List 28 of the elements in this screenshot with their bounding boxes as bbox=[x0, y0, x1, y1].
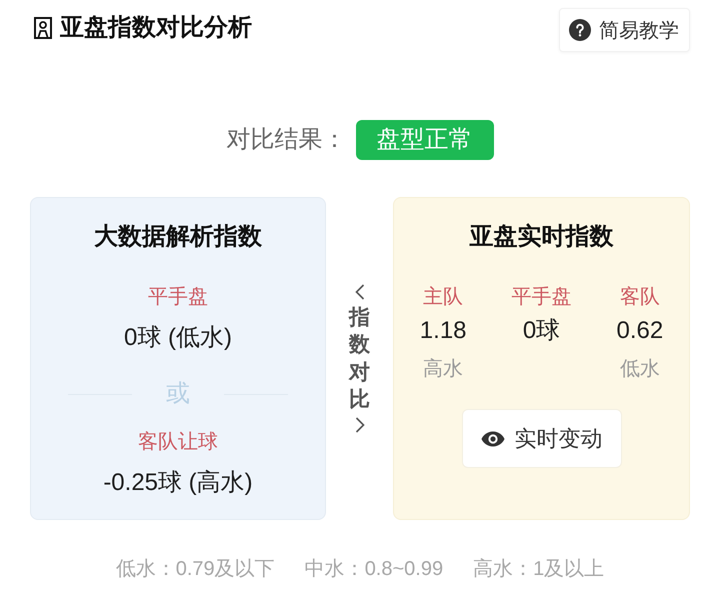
option-value: -0.25球 (高水) bbox=[103, 468, 253, 498]
water-level-text: 低水 bbox=[620, 357, 660, 382]
column-label: 主队 bbox=[423, 285, 464, 310]
odds-value: 0.62 bbox=[616, 316, 664, 346]
chevron-left-icon bbox=[354, 284, 364, 300]
compare-toggle[interactable]: 指数对比 bbox=[349, 284, 370, 434]
legend-text: 中水：0.8~0.99 bbox=[304, 557, 444, 582]
column-label: 客队 bbox=[620, 285, 660, 310]
chevron-right-icon bbox=[354, 417, 364, 434]
page-title: 亚盘指数对比分析 bbox=[60, 13, 252, 43]
live-changes-button[interactable]: 实时变动 bbox=[462, 409, 622, 468]
legend-text: 低水：0.79及以下 bbox=[116, 557, 275, 582]
option-label: 平手盘 bbox=[148, 285, 208, 310]
card-title: 大数据解析指数 bbox=[94, 222, 262, 252]
column-label: 平手盘 bbox=[511, 285, 572, 310]
odds-value: 1.18 bbox=[420, 316, 467, 346]
card-title: 亚盘实时指数 bbox=[470, 222, 614, 252]
legend-text: 高水：1及以上 bbox=[473, 557, 604, 582]
result-badge: 盘型正常 bbox=[356, 120, 494, 160]
option-value: 0球 (低水) bbox=[124, 323, 232, 353]
emblem-icon bbox=[34, 17, 52, 39]
help-icon bbox=[569, 19, 591, 41]
result-label: 对比结果： bbox=[226, 125, 346, 155]
water-level-text: 高水 bbox=[423, 357, 464, 382]
eye-icon bbox=[480, 430, 504, 446]
odds-value: 0球 bbox=[522, 316, 560, 346]
help-button[interactable]: 简易教学 bbox=[559, 8, 690, 52]
option-label: 客队让球 bbox=[138, 430, 218, 455]
